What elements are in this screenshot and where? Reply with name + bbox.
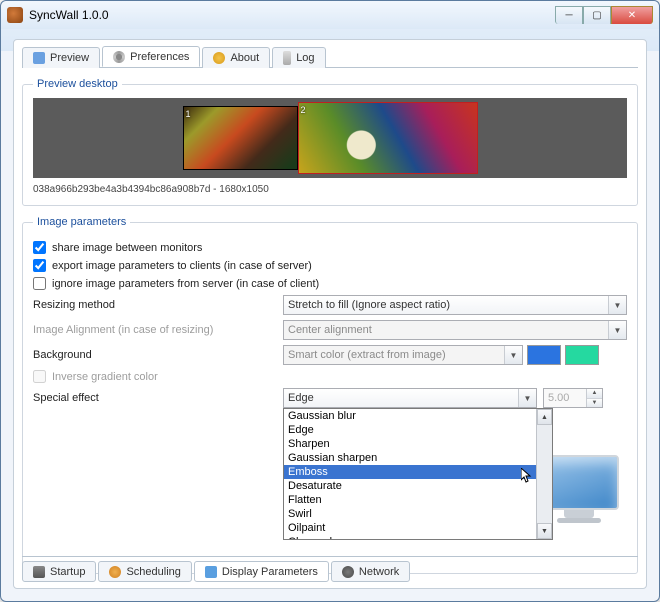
dropdown-scrollbar[interactable]: ▲ ▼ xyxy=(536,409,552,539)
background-value: Smart color (extract from image) xyxy=(288,349,446,361)
startup-icon xyxy=(33,566,45,578)
network-icon xyxy=(342,566,354,578)
minimize-button[interactable]: ─ xyxy=(555,6,583,24)
share-checkbox-row: share image between monitors xyxy=(33,241,627,254)
app-window: SyncWall 1.0.0 ─ ▢ ✕ Preview Preferences… xyxy=(0,0,660,602)
bottom-tabbar: Startup Scheduling Display Parameters Ne… xyxy=(22,556,638,582)
tab-label: Preferences xyxy=(130,51,189,63)
display-icon xyxy=(205,566,217,578)
about-icon xyxy=(213,52,225,64)
share-label: share image between monitors xyxy=(52,242,202,254)
tab-preferences[interactable]: Preferences xyxy=(102,46,200,67)
monitor-thumb-2[interactable]: 2 xyxy=(298,102,478,174)
ignore-label: ignore image parameters from server (in … xyxy=(52,278,319,290)
mouse-cursor-icon xyxy=(521,468,533,484)
preview-legend: Preview desktop xyxy=(33,78,122,90)
color-swatch-1[interactable] xyxy=(527,345,561,365)
background-combo: Smart color (extract from image) ▼ xyxy=(283,345,523,365)
spin-down-icon[interactable]: ▼ xyxy=(587,399,602,408)
preview-stage: 1 2 xyxy=(33,98,627,178)
tab-preview[interactable]: Preview xyxy=(22,47,100,68)
tab-label: Network xyxy=(359,566,399,578)
app-icon xyxy=(7,7,23,23)
chevron-down-icon: ▼ xyxy=(608,321,626,339)
chevron-down-icon: ▼ xyxy=(504,346,522,364)
tab-startup[interactable]: Startup xyxy=(22,561,96,582)
dropdown-item[interactable]: Oilpaint xyxy=(284,521,536,535)
ignore-params-checkbox[interactable] xyxy=(33,277,46,290)
resizing-label: Resizing method xyxy=(33,299,283,311)
preview-desktop-group: Preview desktop 1 2 038a966b293be4a3b439… xyxy=(22,78,638,206)
params-legend: Image parameters xyxy=(33,216,130,228)
effect-value: Edge xyxy=(288,392,314,404)
background-label: Background xyxy=(33,349,283,361)
monitor-thumb-1[interactable]: 1 xyxy=(183,106,298,170)
dropdown-item[interactable]: Flatten xyxy=(284,493,536,507)
tab-label: Display Parameters xyxy=(222,566,318,578)
titlebar[interactable]: SyncWall 1.0.0 ─ ▢ ✕ xyxy=(1,1,659,29)
chevron-down-icon: ▼ xyxy=(518,389,536,407)
inverse-label: Inverse gradient color xyxy=(52,371,158,383)
spin-up-icon[interactable]: ▲ xyxy=(587,389,602,399)
scroll-up-icon[interactable]: ▲ xyxy=(537,409,552,425)
dropdown-item-selected[interactable]: Emboss xyxy=(284,465,536,479)
dropdown-item[interactable]: Desaturate xyxy=(284,479,536,493)
dropdown-item[interactable]: Swirl xyxy=(284,507,536,521)
inverse-gradient-checkbox xyxy=(33,370,46,383)
tab-log[interactable]: Log xyxy=(272,47,325,68)
effect-strength-spinner[interactable]: 5.00 ▲▼ xyxy=(543,388,603,408)
dropdown-item[interactable]: Gaussian sharpen xyxy=(284,451,536,465)
alignment-label: Image Alignment (in case of resizing) xyxy=(33,324,283,336)
scroll-down-icon[interactable]: ▼ xyxy=(537,523,552,539)
tab-label: Log xyxy=(296,52,314,64)
resizing-value: Stretch to fill (Ignore aspect ratio) xyxy=(288,299,450,311)
log-icon xyxy=(283,51,291,65)
share-image-checkbox[interactable] xyxy=(33,241,46,254)
top-tabbar: Preview Preferences About Log xyxy=(22,46,638,68)
tab-display-parameters[interactable]: Display Parameters xyxy=(194,561,329,582)
export-label: export image parameters to clients (in c… xyxy=(52,260,312,272)
tab-scheduling[interactable]: Scheduling xyxy=(98,561,191,582)
dropdown-item[interactable]: Gaussian blur xyxy=(284,409,536,423)
preferences-icon xyxy=(113,51,125,63)
close-button[interactable]: ✕ xyxy=(611,6,653,24)
preview-caption: 038a966b293be4a3b4394bc86a908b7d - 1680x… xyxy=(33,184,627,195)
tab-label: About xyxy=(230,52,259,64)
content-panel: Preview Preferences About Log Preview de… xyxy=(13,39,647,589)
image-parameters-group: Image parameters share image between mon… xyxy=(22,216,638,574)
dropdown-item[interactable]: Charcoal xyxy=(284,535,536,539)
dropdown-item[interactable]: Edge xyxy=(284,423,536,437)
scheduling-icon xyxy=(109,566,121,578)
window-title: SyncWall 1.0.0 xyxy=(29,8,555,22)
tab-about[interactable]: About xyxy=(202,47,270,68)
effect-combo[interactable]: Edge ▼ xyxy=(283,388,537,408)
export-params-checkbox[interactable] xyxy=(33,259,46,272)
tab-label: Startup xyxy=(50,566,85,578)
tab-label: Scheduling xyxy=(126,566,180,578)
maximize-button[interactable]: ▢ xyxy=(583,6,611,24)
export-checkbox-row: export image parameters to clients (in c… xyxy=(33,259,627,272)
tab-label: Preview xyxy=(50,52,89,64)
effect-dropdown-list[interactable]: Gaussian blur Edge Sharpen Gaussian shar… xyxy=(283,408,553,540)
tab-network[interactable]: Network xyxy=(331,561,410,582)
color-swatch-2[interactable] xyxy=(565,345,599,365)
alignment-combo: Center alignment ▼ xyxy=(283,320,627,340)
ignore-checkbox-row: ignore image parameters from server (in … xyxy=(33,277,627,290)
chevron-down-icon: ▼ xyxy=(608,296,626,314)
preview-icon xyxy=(33,52,45,64)
inverse-row: Inverse gradient color xyxy=(33,370,627,383)
alignment-value: Center alignment xyxy=(288,324,372,336)
effect-strength-value: 5.00 xyxy=(548,392,569,404)
dropdown-item[interactable]: Sharpen xyxy=(284,437,536,451)
effect-label: Special effect xyxy=(33,392,283,404)
resizing-combo[interactable]: Stretch to fill (Ignore aspect ratio) ▼ xyxy=(283,295,627,315)
